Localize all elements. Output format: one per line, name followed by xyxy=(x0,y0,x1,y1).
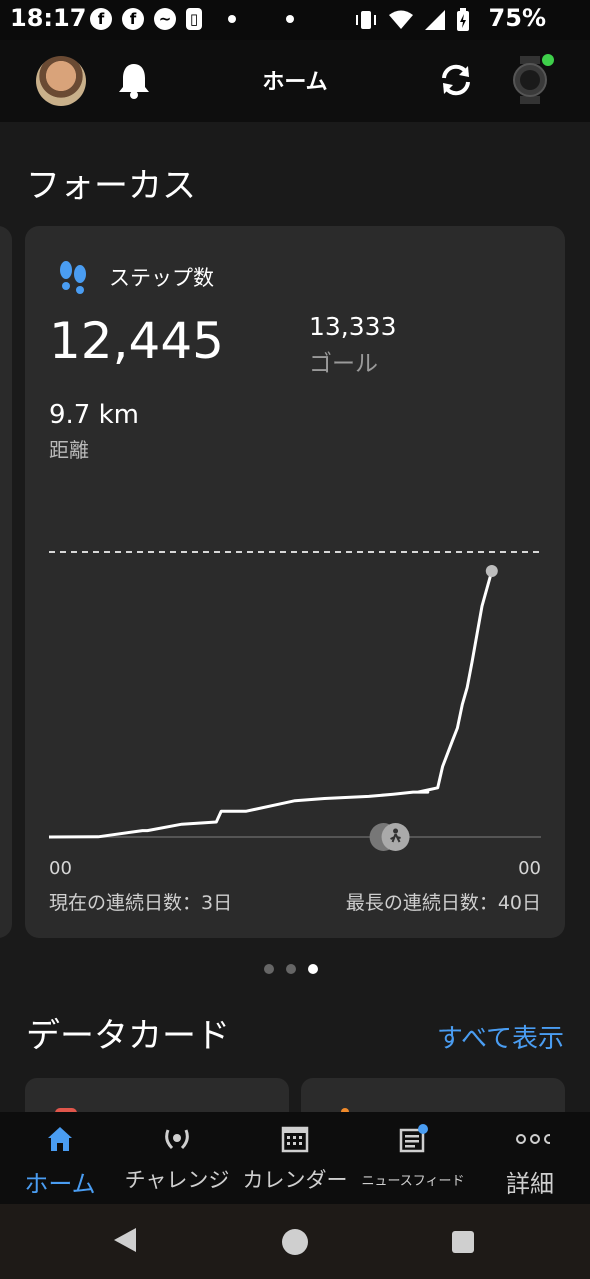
app-bar: ホーム xyxy=(0,40,590,122)
dot-icon xyxy=(228,15,236,23)
see-all-link[interactable]: すべて表示 xyxy=(437,1018,564,1055)
pager-dot[interactable] xyxy=(264,964,274,974)
battery-percent: 75% xyxy=(488,4,546,32)
back-button[interactable] xyxy=(114,1228,136,1252)
nav-label: ホーム xyxy=(24,1170,96,1198)
recents-button[interactable] xyxy=(452,1231,474,1253)
app-icon: ▯ xyxy=(186,8,202,30)
battery-charging-icon xyxy=(457,8,469,31)
nav-more[interactable]: 詳細 xyxy=(480,1112,580,1204)
focus-title: フォーカス xyxy=(26,166,196,206)
device-watch-icon[interactable] xyxy=(510,54,554,104)
previous-card-peek[interactable] xyxy=(0,226,12,938)
x-tick-end: 00 xyxy=(518,858,541,879)
more-icon xyxy=(516,1134,550,1144)
newsfeed-icon xyxy=(399,1124,428,1153)
goal-label: ゴール xyxy=(309,351,378,377)
distance-label: 距離 xyxy=(49,438,89,462)
goal-value: 13,333 xyxy=(309,312,397,341)
home-button[interactable] xyxy=(282,1229,308,1255)
status-time: 18:17 xyxy=(10,4,87,32)
dot-icon xyxy=(286,15,294,23)
connected-status-dot xyxy=(542,54,554,66)
steps-label: ステップ数 xyxy=(109,266,214,290)
nav-label: カレンダー xyxy=(242,1168,348,1192)
wifi-icon xyxy=(389,10,413,29)
page-title: ホーム xyxy=(262,70,328,95)
footsteps-icon xyxy=(60,261,86,294)
nav-home[interactable]: ホーム xyxy=(10,1112,110,1204)
system-icons xyxy=(354,8,470,32)
longest-streak: 最長の連続日数：40日 xyxy=(345,892,541,914)
facebook-icon: f xyxy=(90,8,112,30)
notification-icons: f f ~ ▯ xyxy=(90,8,294,30)
steps-card[interactable]: ステップ数 12,445 13,333 ゴール 9.7 km 距離 00 00 … xyxy=(25,226,565,938)
bottom-navigation: ホーム チャレンジ カレンダー ニュースフィード 詳細 xyxy=(0,1112,590,1204)
walk-activity-marker[interactable] xyxy=(369,823,410,851)
steps-value: 12,445 xyxy=(49,312,224,370)
current-steps-point xyxy=(485,564,498,577)
vibrate-icon xyxy=(356,11,376,29)
data-card[interactable] xyxy=(25,1078,289,1112)
nav-label: ニュースフィード xyxy=(361,1174,465,1189)
x-tick-start: 00 xyxy=(49,858,72,879)
current-streak: 現在の連続日数：3日 xyxy=(49,892,233,914)
nav-newsfeed[interactable]: ニュースフィード xyxy=(354,1112,472,1204)
calendar-icon xyxy=(281,1126,309,1153)
pager-dot[interactable] xyxy=(286,964,296,974)
data-card[interactable] xyxy=(301,1078,565,1112)
distance-value: 9.7 km xyxy=(49,400,139,430)
signal-icon xyxy=(425,10,445,30)
laurel-icon xyxy=(165,1129,189,1150)
steps-chart xyxy=(48,551,541,851)
messenger-icon: ~ xyxy=(154,8,176,30)
pager-dot-active[interactable] xyxy=(308,964,318,974)
nav-label: 詳細 xyxy=(506,1170,554,1198)
carousel-pager[interactable] xyxy=(264,964,318,974)
system-navigation xyxy=(0,1204,590,1279)
status-bar: 18:17 f f ~ ▯ 75% xyxy=(0,0,590,40)
main-content[interactable]: フォーカス ステップ数 12,445 13,333 ゴール 9.7 km 距離 xyxy=(0,122,590,1112)
home-icon xyxy=(48,1127,72,1151)
nav-calendar[interactable]: カレンダー xyxy=(236,1112,354,1204)
facebook-icon: f xyxy=(122,8,144,30)
nav-label: チャレンジ xyxy=(124,1168,230,1192)
data-cards-title: データカード xyxy=(26,1016,230,1056)
nav-challenges[interactable]: チャレンジ xyxy=(118,1112,236,1204)
sync-icon[interactable] xyxy=(436,60,476,100)
steps-series-line xyxy=(48,570,494,839)
